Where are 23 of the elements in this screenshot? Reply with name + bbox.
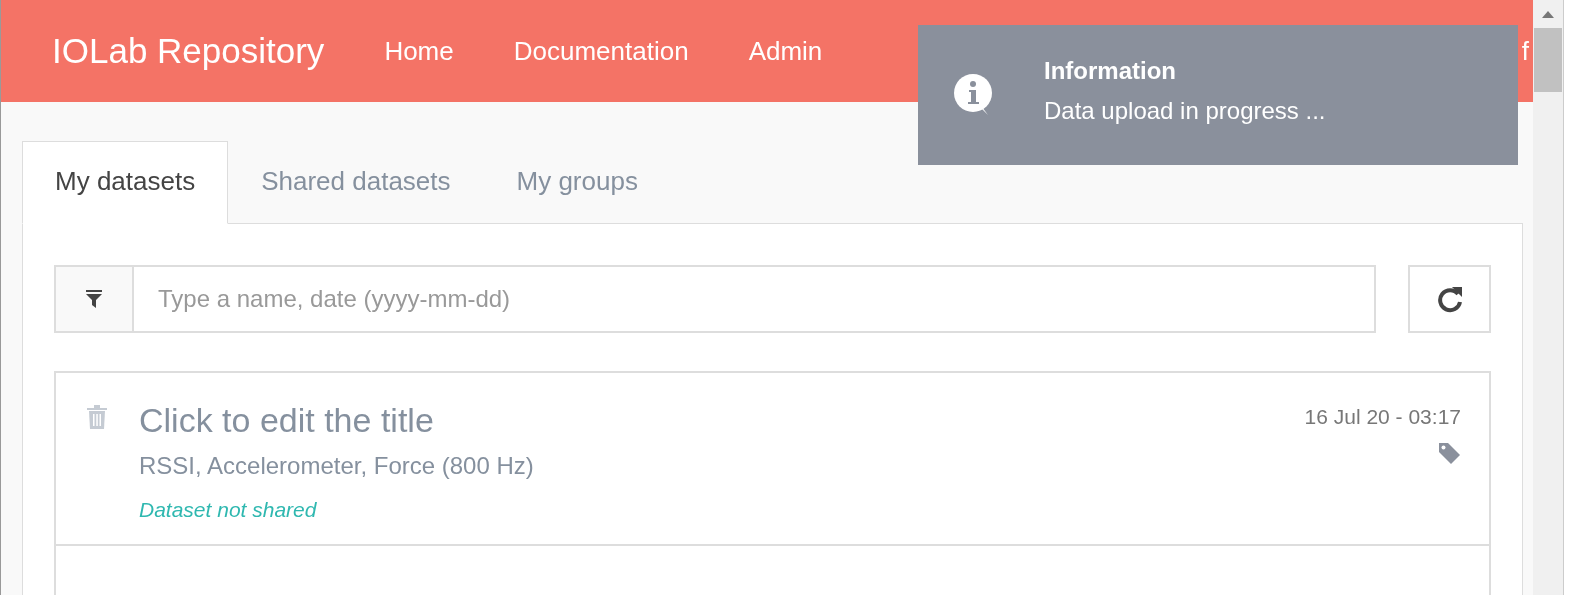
refresh-icon: [1435, 285, 1464, 313]
nav-link[interactable]: Home: [384, 35, 454, 67]
nav-link[interactable]: f: [1521, 35, 1529, 67]
tab[interactable]: My datasets: [22, 141, 229, 224]
scrollbar[interactable]: [1533, 0, 1563, 595]
dataset-title[interactable]: Click to edit the title: [139, 401, 434, 440]
tag-icon[interactable]: [1437, 441, 1461, 465]
sharing-status: Dataset not shared: [139, 498, 317, 522]
tab[interactable]: Shared datasets: [228, 141, 484, 224]
tab[interactable]: My groups: [483, 141, 671, 224]
dataset-date: 16 Jul 20 - 03:17: [1304, 405, 1461, 429]
filter-button[interactable]: [56, 267, 134, 331]
toast-message: Data upload in progress ...: [1044, 97, 1326, 125]
trash-icon[interactable]: [87, 405, 107, 429]
filter-icon: [86, 290, 102, 308]
nav-link[interactable]: Admin: [748, 35, 823, 67]
toast-title: Information: [1044, 57, 1177, 85]
brand-link[interactable]: IOLab Repository: [52, 31, 325, 71]
nav-link[interactable]: Documentation: [513, 35, 689, 67]
sensor-list: RSSI, Accelerometer, Force (800 Hz): [139, 452, 534, 480]
refresh-button[interactable]: [1408, 265, 1491, 333]
scroll-up-icon[interactable]: [1542, 10, 1554, 18]
scroll-thumb[interactable]: [1534, 28, 1562, 92]
